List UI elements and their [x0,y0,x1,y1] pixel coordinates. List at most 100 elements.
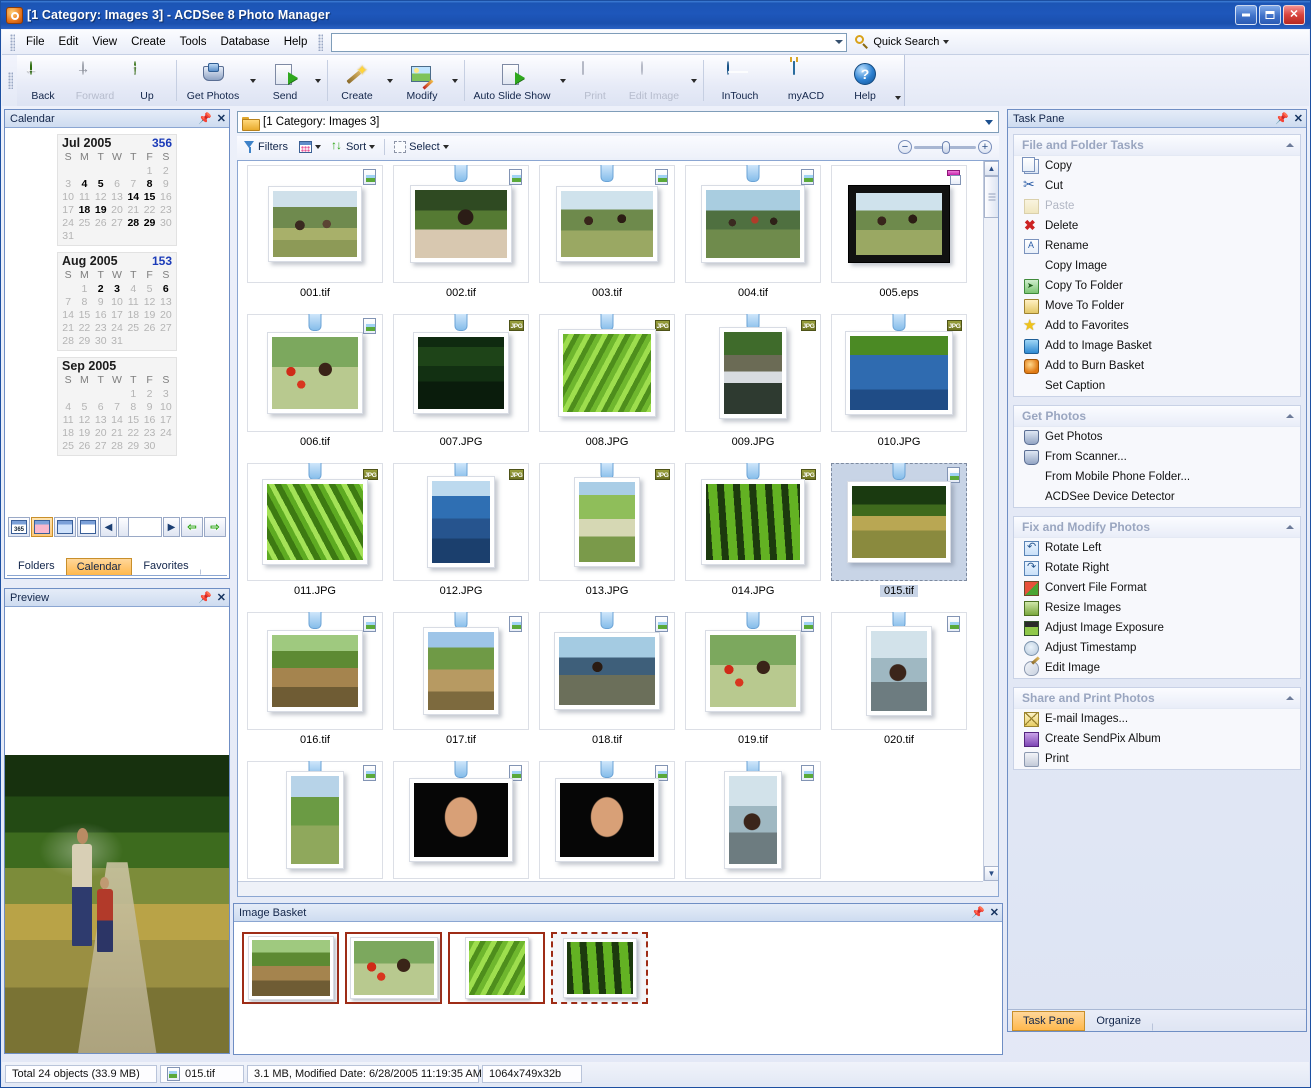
task-item-copy[interactable]: Copy [1014,156,1300,176]
modify-dropdown[interactable] [448,55,461,106]
task-item-copy-image[interactable]: Copy Image [1014,256,1300,276]
calendar-day[interactable]: 25 [125,321,141,334]
calendar-day[interactable]: 13 [158,295,174,308]
calendar-day[interactable]: 13 [93,413,109,426]
task-item-rotate-right[interactable]: Rotate Right [1014,558,1300,578]
task-item-paste[interactable]: Paste [1014,196,1300,216]
toolbar-myacd-button[interactable]: myACD [773,55,839,106]
calendar-day[interactable]: 4 [60,400,76,413]
thumbnail-item[interactable]: JPG 010.JPG [826,314,972,461]
basket-item[interactable] [448,932,545,1004]
thumbnail-item[interactable]: JPG 013.JPG [534,463,680,610]
thumbnail-item[interactable]: 024.tif [680,761,826,896]
calendar-day[interactable]: 14 [125,190,141,203]
thumbnail-vertical-scrollbar[interactable]: ▲ ▼ [983,161,998,881]
calendar-day[interactable]: 7 [60,295,76,308]
tab-favorites[interactable]: Favorites [132,557,199,575]
calendar-day[interactable]: 20 [109,203,125,216]
zoom-in-button[interactable]: + [978,140,992,154]
calendar-day[interactable]: 4 [125,282,141,295]
thumbnail-tile[interactable] [831,463,967,581]
calendar-day[interactable]: 9 [141,400,157,413]
thumbnail-zoom-slider[interactable]: − + [898,140,996,154]
help-dropdown[interactable] [891,55,904,106]
close-icon[interactable]: ✕ [217,591,226,604]
toolbar-gripper[interactable] [8,72,13,89]
calendar-day[interactable]: 2 [93,282,109,295]
thumbnail-item[interactable]: JPG 011.JPG [242,463,388,610]
thumbnail-tile[interactable]: JPG [393,314,529,432]
sort-button[interactable]: Sort [328,138,379,155]
calendar-day[interactable]: 24 [158,426,174,439]
calendar-day[interactable]: 17 [60,203,76,216]
toolbar-help-button[interactable]: ? Help [839,55,891,106]
close-icon[interactable]: ✕ [1294,112,1303,125]
thumbnail-tile[interactable]: JPG [539,314,675,432]
toolbar-slideshow-button[interactable]: Auto Slide Show [468,55,556,106]
thumbnail-tile[interactable] [831,612,967,730]
calendar-day[interactable]: 16 [158,190,174,203]
calendar-forward-icon[interactable]: ⇨ [204,517,226,537]
task-item-adjust-image-exposure[interactable]: Adjust Image Exposure [1014,618,1300,638]
thumbnail-item[interactable]: 019.tif [680,612,826,759]
task-item-rename[interactable]: Rename [1014,236,1300,256]
thumbnail-tile[interactable] [539,165,675,283]
basket-item[interactable] [551,932,648,1004]
thumbnail-tile[interactable] [685,761,821,879]
calendar-day[interactable]: 8 [125,400,141,413]
calendar-day[interactable]: 13 [109,190,125,203]
week-view-icon[interactable] [54,517,76,537]
calendar-day[interactable]: 22 [125,426,141,439]
tab-task-pane[interactable]: Task Pane [1012,1011,1086,1031]
calendar-day[interactable]: 1 [76,282,92,295]
calendar-day[interactable]: 9 [93,295,109,308]
task-item-get-photos[interactable]: Get Photos [1014,427,1300,447]
pin-icon[interactable]: 📌 [1275,112,1289,125]
thumbnail-tile[interactable]: JPG [685,314,821,432]
calendar-day[interactable]: 28 [109,439,125,452]
get-photos-dropdown[interactable] [246,55,259,106]
calendar-day[interactable]: 14 [60,308,76,321]
calendar-day[interactable]: 16 [93,308,109,321]
close-button[interactable]: ✕ [1283,5,1305,25]
thumbnail-tile[interactable] [247,165,383,283]
thumbnail-item[interactable]: 002.tif [388,165,534,312]
calendar-day[interactable]: 1 [141,164,157,177]
calendar-day[interactable]: 12 [93,190,109,203]
thumbnail-tile[interactable] [393,165,529,283]
calendar-day[interactable]: 31 [109,334,125,347]
task-item-print[interactable]: Print [1014,749,1300,769]
calendar-month[interactable]: Sep 2005SMTWTFS....123456789101112131415… [57,357,177,456]
toolbar-intouch-button[interactable]: InTouch [707,55,773,106]
thumbnail-item[interactable]: 017.tif [388,612,534,759]
task-item-rotate-left[interactable]: Rotate Left [1014,538,1300,558]
toolbar-get-photos-button[interactable]: Get Photos [180,55,246,106]
calendar-day[interactable]: 9 [158,177,174,190]
calendar-day[interactable]: 3 [109,282,125,295]
calendar-day[interactable]: 20 [158,308,174,321]
thumbnail-tile[interactable] [393,761,529,879]
thumbnail-item[interactable]: 016.tif [242,612,388,759]
tab-calendar[interactable]: Calendar [65,558,133,575]
task-item-edit-image[interactable]: Edit Image [1014,658,1300,678]
thumbnail-item[interactable]: 018.tif [534,612,680,759]
toolbar-forward-button[interactable]: → Forward [69,55,121,106]
calendar-day[interactable]: 27 [109,216,125,229]
calendar-month[interactable]: Jul 2005356SMTWTFS.....12345678910111213… [57,134,177,246]
calendar-day[interactable]: 29 [141,216,157,229]
calendar-day[interactable]: 11 [76,190,92,203]
calendar-day[interactable]: 25 [60,439,76,452]
select-button[interactable]: Select [390,139,453,155]
thumbnail-tile[interactable]: JPG [685,463,821,581]
calendar-prev-button[interactable]: ◀ [100,517,117,537]
calendar-day[interactable]: 22 [76,321,92,334]
thumbnail-item[interactable]: JPG 008.JPG [534,314,680,461]
thumbnail-item[interactable]: 006.tif [242,314,388,461]
calendar-day[interactable]: 11 [125,295,141,308]
calendar-day[interactable]: 1 [125,387,141,400]
thumbnail-tile[interactable]: JPG [539,463,675,581]
calendar-day[interactable]: 7 [109,400,125,413]
chevron-down-icon[interactable] [314,145,321,149]
calendar-day[interactable]: 8 [141,177,157,190]
calendar-day[interactable]: 18 [60,426,76,439]
